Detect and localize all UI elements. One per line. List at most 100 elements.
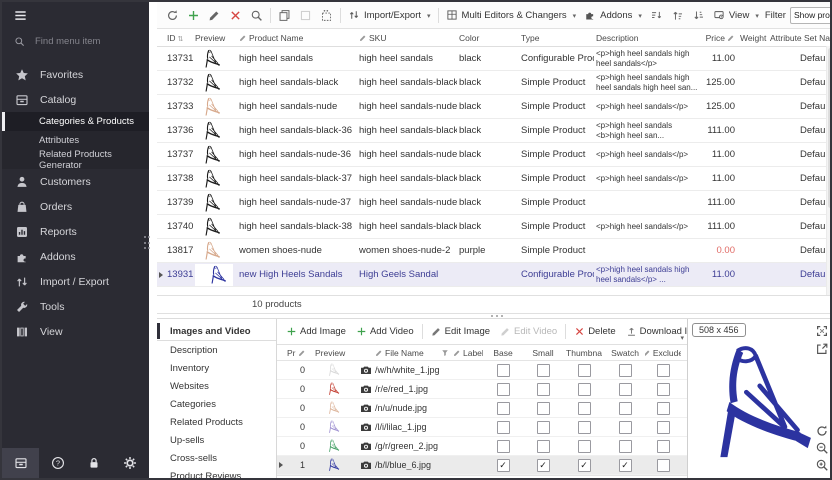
sidebar-item-orders[interactable]: Orders [2, 194, 149, 219]
sidebar-item-reports[interactable]: Reports [2, 219, 149, 244]
small-checkbox[interactable] [537, 459, 550, 472]
sort-flag-icon[interactable] [441, 349, 453, 357]
paste-button[interactable] [295, 5, 316, 25]
product-row[interactable]: 13817 women shoes-nude women shoes-nude-… [157, 239, 832, 263]
edit-video-button[interactable]: Edit Video [495, 326, 562, 337]
base-checkbox[interactable] [497, 459, 510, 472]
image-row[interactable]: 0 /w/h/white_1.jpg [277, 361, 687, 380]
swatch-checkbox[interactable] [619, 421, 632, 434]
splitter-handle-icon[interactable] [144, 236, 153, 249]
zoom-out-icon[interactable] [815, 441, 829, 455]
move-up-button[interactable] [667, 5, 688, 25]
sidebar-item-favorites[interactable]: Favorites [2, 62, 149, 87]
swatch-checkbox[interactable] [619, 459, 632, 472]
multi-editors-dropdown[interactable]: Multi Editors & Changers [442, 5, 581, 25]
thumbnail-checkbox[interactable] [578, 383, 591, 396]
column-header-preview[interactable]: Preview [193, 33, 237, 43]
product-row[interactable]: 13732 high heel sandals-black high heel … [157, 71, 832, 95]
swatch-checkbox[interactable] [619, 440, 632, 453]
lock-icon[interactable] [77, 448, 111, 478]
exclude-checkbox[interactable] [657, 440, 670, 453]
sidebar-item-tools[interactable]: Tools [2, 294, 149, 319]
column-header-sku[interactable]: SKU [357, 33, 457, 43]
import-export-dropdown[interactable]: Import/Export [344, 5, 435, 25]
tab-up-sells[interactable]: Up-sells [157, 431, 276, 449]
menu-search-input[interactable] [33, 35, 137, 48]
thumbnail-checkbox[interactable] [578, 440, 591, 453]
filter-select[interactable]: Show products from selected categories [790, 7, 832, 24]
column-header-description[interactable]: Description [594, 33, 702, 43]
exclude-checkbox[interactable] [657, 459, 670, 472]
column-header-position[interactable]: Pr [285, 348, 309, 358]
tab-description[interactable]: Description [157, 341, 276, 359]
image-row[interactable]: 0 /l/i/lilac_1.jpg [277, 418, 687, 437]
sidebar-item-attributes[interactable]: Attributes [2, 131, 149, 150]
base-checkbox[interactable] [497, 421, 510, 434]
product-row[interactable]: 13733 high heel sandals-nude high heel s… [157, 95, 832, 119]
search-button[interactable] [246, 5, 267, 25]
sidebar-item-categories-products[interactable]: Categories & Products [2, 112, 149, 131]
copy-button[interactable] [274, 5, 295, 25]
column-header-id[interactable]: ID [165, 33, 193, 43]
addons-dropdown[interactable]: Addons [580, 5, 646, 25]
add-image-button[interactable]: Add Image [281, 326, 351, 337]
column-header-type[interactable]: Type [519, 33, 594, 43]
tab-product-reviews[interactable]: Product Reviews [157, 467, 276, 480]
image-row[interactable]: 0 /r/e/red_1.jpg [277, 380, 687, 399]
add-button[interactable] [183, 5, 204, 25]
product-row[interactable]: 13738 high heel sandals-black-37 high he… [157, 167, 832, 191]
select-cells-button[interactable] [316, 5, 337, 25]
toolbar-overflow-dropdown[interactable] [678, 327, 684, 345]
product-row[interactable]: 13931 new High Heels Sandals High Geels … [157, 263, 832, 287]
small-checkbox[interactable] [537, 402, 550, 415]
thumbnail-checkbox[interactable] [578, 459, 591, 472]
add-video-button[interactable]: Add Video [351, 326, 419, 337]
image-row[interactable]: 0 /g/r/green_2.jpg [277, 437, 687, 456]
column-header-attribute-set[interactable]: Attribute Set Name [768, 33, 832, 43]
thumbnail-checkbox[interactable] [578, 402, 591, 415]
edit-button[interactable] [204, 5, 225, 25]
sidebar-item-catalog[interactable]: Catalog [2, 87, 149, 112]
sidebar-item-related-products-generator[interactable]: Related Products Generator [2, 150, 149, 169]
delete-button[interactable] [225, 5, 246, 25]
small-checkbox[interactable] [537, 383, 550, 396]
exclude-checkbox[interactable] [657, 364, 670, 377]
image-row[interactable]: 1 /b/l/blue_6.jpg [277, 456, 687, 475]
tab-related-products[interactable]: Related Products [157, 413, 276, 431]
base-checkbox[interactable] [497, 364, 510, 377]
image-row[interactable]: 0 /n/u/nude.jpg [277, 399, 687, 418]
sort-lines-button[interactable] [646, 5, 667, 25]
swatch-checkbox[interactable] [619, 383, 632, 396]
column-header-thumbnail[interactable]: Thumbna [563, 348, 605, 358]
open-external-icon[interactable] [815, 342, 829, 356]
fullscreen-icon[interactable] [815, 324, 829, 338]
column-header-file-name[interactable]: File Name [375, 348, 441, 358]
vertical-scrollbar[interactable] [826, 46, 832, 295]
column-header-small[interactable]: Small [523, 348, 563, 358]
product-row[interactable]: 13737 high heel sandals-nude-36 high hee… [157, 143, 832, 167]
sidebar-splitter[interactable] [149, 2, 157, 478]
tab-websites[interactable]: Websites [157, 377, 276, 395]
column-header-swatch[interactable]: Swatch [605, 348, 645, 358]
sidebar-item-addons[interactable]: Addons [2, 244, 149, 269]
exclude-checkbox[interactable] [657, 383, 670, 396]
help-icon[interactable] [41, 448, 75, 478]
refresh-button[interactable] [162, 5, 183, 25]
sidebar-item-import-export[interactable]: Import / Export [2, 269, 149, 294]
swatch-checkbox[interactable] [619, 364, 632, 377]
product-row[interactable]: 13740 high heel sandals-black-38 high he… [157, 215, 832, 239]
column-header-product-name[interactable]: Product Name [237, 33, 357, 43]
thumbnail-checkbox[interactable] [578, 364, 591, 377]
exclude-checkbox[interactable] [657, 421, 670, 434]
base-checkbox[interactable] [497, 402, 510, 415]
horizontal-splitter[interactable] [157, 314, 832, 318]
tab-inventory[interactable]: Inventory [157, 359, 276, 377]
column-header-color[interactable]: Color [457, 33, 519, 43]
scrollbar-thumb[interactable] [828, 48, 832, 208]
edit-image-button[interactable]: Edit Image [426, 326, 495, 337]
exclude-checkbox[interactable] [657, 402, 670, 415]
view-dropdown[interactable]: View [709, 5, 763, 25]
product-row[interactable]: 13731 high heel sandals high heel sandal… [157, 47, 832, 71]
column-header-price[interactable]: Price [702, 33, 738, 43]
column-header-exclude[interactable]: Exclude [645, 348, 681, 358]
